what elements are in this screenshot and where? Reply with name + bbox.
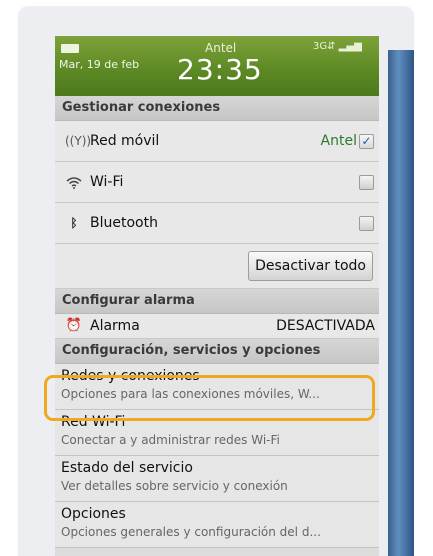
clock-icon: ⏰ — [65, 318, 83, 333]
phone-screen: Antel 3G⇵ ▂▄▆ Mar, 19 de feb 23:35 Gesti… — [55, 36, 379, 556]
list-item-options[interactable]: Opciones Opciones generales y configurac… — [55, 502, 379, 548]
wifi-icon — [65, 162, 83, 202]
list-item-title: Estado del servicio — [61, 460, 193, 476]
alarm-row[interactable]: ⏰ Alarma DESACTIVADA — [55, 314, 379, 339]
list-item-subtitle: Opciones para las conexiones móviles, W.… — [61, 387, 320, 401]
list-item-title: Redes y conexiones — [61, 368, 200, 384]
list-item-subtitle: Ver detalles sobre servicio y conexión — [61, 479, 288, 493]
alarm-status: DESACTIVADA — [276, 318, 375, 334]
section-header-alarm: Configurar alarma — [55, 289, 379, 314]
date-display: Mar, 19 de feb — [59, 58, 140, 71]
device-bezel — [388, 50, 414, 556]
mobile-network-row[interactable]: ((Y)) Red móvil Antel ✓ — [55, 121, 379, 162]
list-item-subtitle: Conectar a y administrar redes Wi-Fi — [61, 433, 280, 447]
battery-icon — [61, 44, 79, 53]
list-item-subtitle: Opciones generales y configuración del d… — [61, 525, 321, 539]
network-type: 3G — [313, 41, 328, 52]
bluetooth-row[interactable]: ᛒ Bluetooth — [55, 203, 379, 244]
signal-strength-icon: ⇵ ▂▄▆ — [327, 41, 362, 52]
section-header-options: Configuración, servicios y opciones — [55, 339, 379, 364]
list-item-wifi-network[interactable]: Red Wi-Fi Conectar a y administrar redes… — [55, 410, 379, 456]
clock: 23:35 — [177, 53, 263, 86]
settings-body: Gestionar conexiones ((Y)) Red móvil Ant… — [55, 96, 379, 556]
wifi-label: Wi-Fi — [90, 174, 124, 190]
disable-all-button[interactable]: Desactivar todo — [248, 251, 373, 281]
antenna-icon: ((Y)) — [65, 134, 92, 148]
bluetooth-label: Bluetooth — [90, 215, 158, 231]
list-item-title: Red Wi-Fi — [61, 414, 126, 430]
status-bar: Antel 3G⇵ ▂▄▆ Mar, 19 de feb 23:35 — [55, 36, 379, 96]
disable-all-row: Desactivar todo — [55, 244, 379, 289]
mobile-network-carrier: Antel — [320, 133, 357, 149]
signal-indicator: 3G⇵ ▂▄▆ — [313, 41, 362, 52]
alarm-label: Alarma — [90, 318, 140, 334]
list-item-networks[interactable]: Redes y conexiones Opciones para las con… — [55, 364, 379, 410]
list-item-title: Opciones — [61, 506, 126, 522]
section-header-connections: Gestionar conexiones — [55, 96, 379, 121]
bluetooth-icon: ᛒ — [70, 216, 78, 230]
wifi-row[interactable]: Wi-Fi — [55, 162, 379, 203]
list-item-service-status[interactable]: Estado del servicio Ver detalles sobre s… — [55, 456, 379, 502]
mobile-network-checkbox[interactable]: ✓ — [359, 134, 374, 149]
mobile-network-label: Red móvil — [90, 133, 160, 149]
bluetooth-checkbox[interactable] — [359, 216, 374, 231]
wifi-checkbox[interactable] — [359, 175, 374, 190]
